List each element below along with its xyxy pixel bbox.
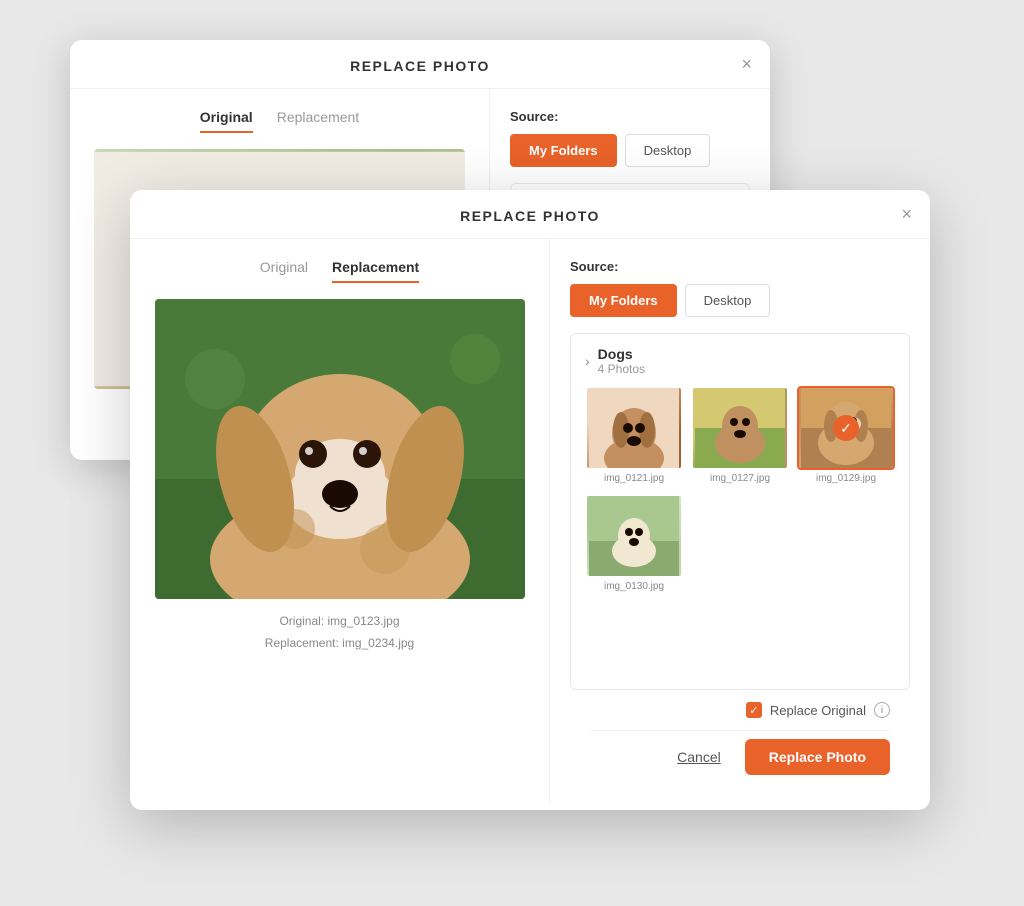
photo-name-4: img_0130.jpg <box>585 581 683 592</box>
replace-original-label: Replace Original <box>770 703 866 718</box>
foreground-dialog: REPLACE PHOTO × Original Replacement <box>130 190 930 810</box>
fg-tab-replacement[interactable]: Replacement <box>332 259 419 283</box>
fg-replacement-image <box>155 299 525 599</box>
fg-photos-grid: img_0121.jpg <box>585 386 895 484</box>
photo-image-2 <box>693 388 787 468</box>
fg-dialog-title: REPLACE PHOTO <box>460 208 600 224</box>
photo-item-2[interactable]: img_0127.jpg <box>691 386 789 484</box>
bg-desktop-btn[interactable]: Desktop <box>625 134 711 167</box>
fg-action-buttons: Cancel Replace Photo <box>590 730 890 783</box>
fg-dialog-header: REPLACE PHOTO × <box>130 190 930 239</box>
fg-desktop-btn[interactable]: Desktop <box>685 284 771 317</box>
bg-tab-original[interactable]: Original <box>200 109 253 133</box>
cancel-button[interactable]: Cancel <box>665 739 733 775</box>
selected-check-icon: ✓ <box>833 415 859 441</box>
fg-my-folders-btn[interactable]: My Folders <box>570 284 677 317</box>
bg-close-button[interactable]: × <box>741 55 752 73</box>
bg-tabs: Original Replacement <box>200 109 359 133</box>
fg-dogs-title: Dogs <box>598 346 645 362</box>
fg-tab-original[interactable]: Original <box>260 259 308 283</box>
photo-item-1[interactable]: img_0121.jpg <box>585 386 683 484</box>
photo-name-3: img_0129.jpg <box>797 473 895 484</box>
fg-caption: Original: img_0123.jpg Replacement: img_… <box>265 611 414 654</box>
fg-dogs-info: Dogs 4 Photos <box>598 346 645 376</box>
fg-footer: ✓ Replace Original i Cancel Replace Phot… <box>570 690 910 783</box>
bg-dialog-title: REPLACE PHOTO <box>350 58 490 74</box>
bg-source-label: Source: <box>510 109 750 124</box>
photo-thumb-2[interactable] <box>691 386 789 470</box>
fg-dogs-section-header: › Dogs 4 Photos <box>585 346 895 376</box>
photo-thumb-1[interactable] <box>585 386 683 470</box>
fg-source-buttons: My Folders Desktop <box>570 284 910 317</box>
fg-source-label: Source: <box>570 259 910 274</box>
replace-original-row: ✓ Replace Original i <box>590 702 890 718</box>
photo-image-1 <box>587 388 681 468</box>
fg-caption-original: Original: img_0123.jpg <box>265 611 414 633</box>
fg-caption-replacement: Replacement: img_0234.jpg <box>265 633 414 655</box>
photo-item-4[interactable]: img_0130.jpg <box>585 494 683 592</box>
bg-dialog-header: REPLACE PHOTO × <box>70 40 770 89</box>
photo-thumb-3[interactable]: ✓ <box>797 386 895 470</box>
fg-dogs-chevron-icon: › <box>585 353 590 369</box>
fg-photos-grid-row2: img_0130.jpg <box>585 494 895 592</box>
fg-right-panel: Source: My Folders Desktop › Dogs 4 Phot… <box>550 239 930 803</box>
photo-name-1: img_0121.jpg <box>585 473 683 484</box>
bg-tab-replacement[interactable]: Replacement <box>277 109 360 133</box>
replace-original-checkbox[interactable]: ✓ <box>746 702 762 718</box>
bg-my-folders-btn[interactable]: My Folders <box>510 134 617 167</box>
photo-image-4 <box>587 496 681 576</box>
photo-item-3[interactable]: ✓ img_0129.jpg <box>797 386 895 484</box>
fg-left-panel: Original Replacement <box>130 239 550 803</box>
fg-dogs-subtitle: 4 Photos <box>598 362 645 376</box>
bg-source-buttons: My Folders Desktop <box>510 134 750 167</box>
info-icon[interactable]: i <box>874 702 890 718</box>
photo-name-2: img_0127.jpg <box>691 473 789 484</box>
fg-tabs: Original Replacement <box>260 259 419 283</box>
fg-close-button[interactable]: × <box>901 205 912 223</box>
fg-folders-panel: › Dogs 4 Photos <box>570 333 910 690</box>
fg-dialog-body: Original Replacement <box>130 239 930 803</box>
photo-thumb-4[interactable] <box>585 494 683 578</box>
replace-photo-button[interactable]: Replace Photo <box>745 739 890 775</box>
